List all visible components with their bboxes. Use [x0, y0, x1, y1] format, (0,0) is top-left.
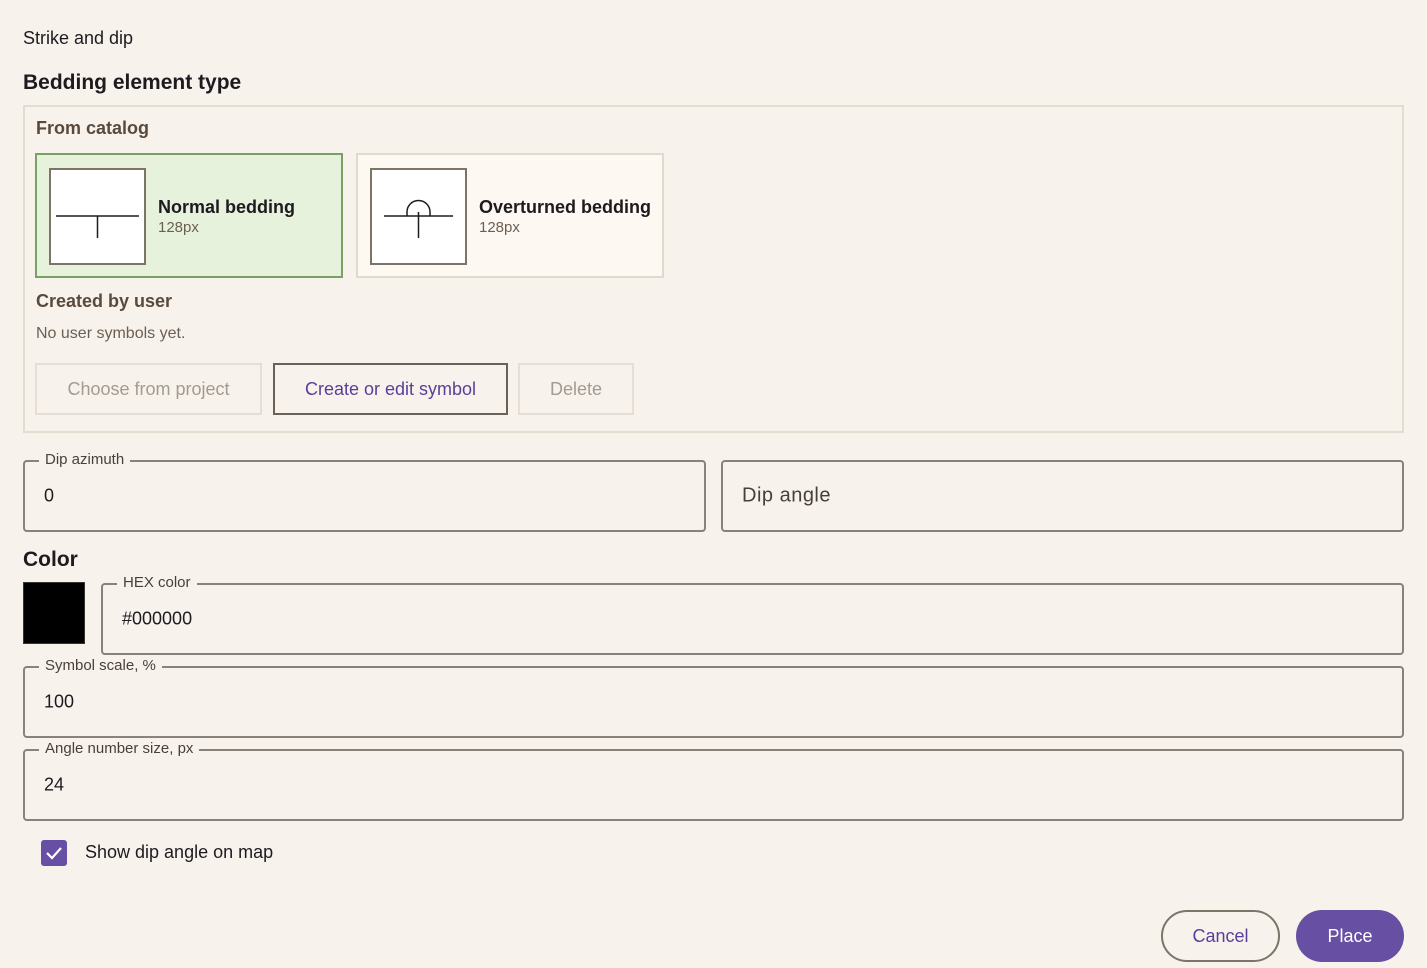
dip-azimuth-value: 0: [44, 485, 55, 506]
dip-azimuth-field[interactable]: Dip azimuth 0: [23, 451, 706, 532]
hex-color-field[interactable]: HEX color #000000: [101, 574, 1404, 655]
dialog-title: Strike and dip: [23, 28, 134, 48]
from-catalog-label: From catalog: [36, 118, 150, 138]
created-by-user-label: Created by user: [36, 291, 173, 311]
catalog-item-size: 128px: [479, 219, 520, 236]
place-button[interactable]: Place: [1296, 910, 1404, 962]
angle-number-size-value: 24: [44, 774, 65, 795]
color-section-title: Color: [23, 548, 78, 571]
symbol-scale-field[interactable]: Symbol scale, % 100: [23, 657, 1404, 738]
angle-number-size-field[interactable]: Angle number size, px 24: [23, 740, 1404, 821]
dip-angle-placeholder: Dip angle: [742, 484, 832, 507]
catalog-item-name: Overturned bedding: [479, 197, 652, 217]
catalog-item-overturned-bedding[interactable]: Overturned bedding 128px: [356, 153, 664, 278]
symbol-scale-label: Symbol scale, %: [39, 657, 162, 675]
catalog-item-size: 128px: [158, 219, 199, 236]
overturned-bedding-icon: [370, 168, 467, 265]
show-dip-angle-label: Show dip angle on map: [85, 842, 274, 862]
choose-from-project-button[interactable]: Choose from project: [35, 363, 262, 415]
dip-azimuth-label: Dip azimuth: [39, 451, 131, 469]
catalog-item-name: Normal bedding: [158, 197, 296, 217]
show-dip-angle-checkbox[interactable]: [41, 840, 67, 866]
angle-number-size-label: Angle number size, px: [39, 740, 200, 758]
symbol-scale-value: 100: [44, 691, 75, 712]
normal-bedding-icon: [49, 168, 146, 265]
delete-symbol-button[interactable]: Delete: [518, 363, 634, 415]
no-user-symbols-text: No user symbols yet.: [36, 325, 186, 342]
catalog-item-normal-bedding[interactable]: Normal bedding 128px: [35, 153, 343, 278]
cancel-button[interactable]: Cancel: [1161, 910, 1280, 962]
color-swatch[interactable]: [23, 582, 85, 644]
check-icon: [46, 847, 62, 860]
create-or-edit-symbol-button[interactable]: Create or edit symbol: [273, 363, 508, 415]
bedding-section-title: Bedding element type: [23, 71, 242, 94]
dip-angle-field[interactable]: Dip angle: [721, 460, 1404, 532]
hex-color-label: HEX color: [117, 574, 197, 592]
hex-color-value: #000000: [122, 608, 193, 629]
